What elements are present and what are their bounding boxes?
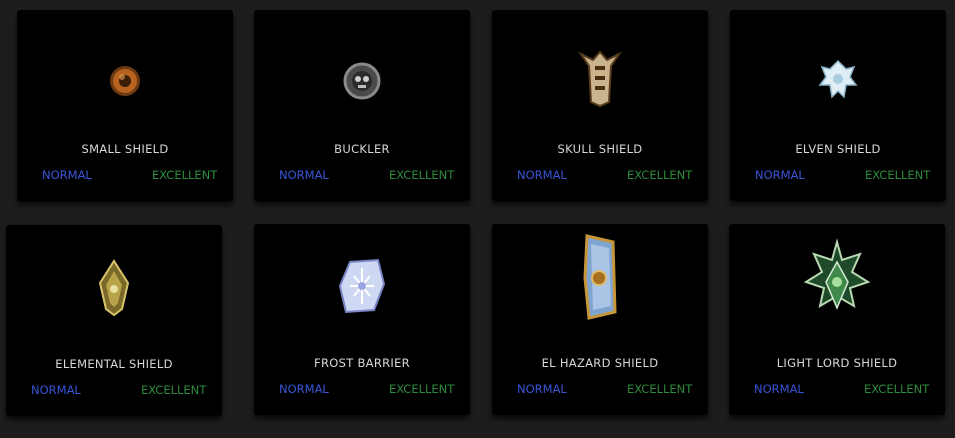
item-name: FROST BARRIER [314, 356, 410, 370]
item-name: ELVEN SHIELD [795, 142, 881, 156]
item-name: SKULL SHIELD [557, 142, 643, 156]
item-name: LIGHT LORD SHIELD [776, 356, 898, 370]
item-name: SMALL SHIELD [81, 142, 169, 156]
excellent-link[interactable]: EXCELLENT [627, 168, 692, 182]
buckler-icon [327, 46, 397, 116]
normal-link[interactable]: NORMAL [31, 383, 81, 397]
normal-link[interactable]: NORMAL [279, 382, 329, 396]
elven-shield-icon [803, 46, 873, 116]
el-hazard-shield-icon [565, 234, 635, 320]
skull-shield-icon [565, 42, 635, 112]
excellent-link[interactable]: EXCELLENT [152, 168, 217, 182]
item-name: EL HAZARD SHIELD [541, 356, 659, 370]
normal-link[interactable]: NORMAL [755, 168, 805, 182]
item-card-elemental-shield[interactable]: ELEMENTAL SHIELD NORMAL EXCELLENT [6, 225, 222, 416]
excellent-link[interactable]: EXCELLENT [141, 383, 206, 397]
item-card-elven-shield[interactable]: ELVEN SHIELD NORMAL EXCELLENT [730, 10, 946, 201]
normal-link[interactable]: NORMAL [754, 382, 804, 396]
excellent-link[interactable]: EXCELLENT [389, 168, 454, 182]
normal-link[interactable]: NORMAL [279, 168, 329, 182]
normal-link[interactable]: NORMAL [517, 382, 567, 396]
elemental-shield-icon [79, 253, 149, 323]
normal-link[interactable]: NORMAL [517, 168, 567, 182]
small-shield-icon [90, 46, 160, 116]
excellent-link[interactable]: EXCELLENT [864, 382, 929, 396]
normal-link[interactable]: NORMAL [42, 168, 92, 182]
item-card-light-lord-shield[interactable]: LIGHT LORD SHIELD NORMAL EXCELLENT [729, 224, 945, 415]
item-card-buckler[interactable]: BUCKLER NORMAL EXCELLENT [254, 10, 470, 201]
light-lord-shield-icon [802, 238, 872, 316]
excellent-link[interactable]: EXCELLENT [627, 382, 692, 396]
item-name: BUCKLER [334, 142, 390, 156]
item-card-skull-shield[interactable]: SKULL SHIELD NORMAL EXCELLENT [492, 10, 708, 201]
item-card-el-hazard-shield[interactable]: EL HAZARD SHIELD NORMAL EXCELLENT [492, 224, 708, 415]
item-name: ELEMENTAL SHIELD [55, 357, 173, 371]
excellent-link[interactable]: EXCELLENT [865, 168, 930, 182]
frost-barrier-icon [327, 250, 397, 320]
excellent-link[interactable]: EXCELLENT [389, 382, 454, 396]
item-card-small-shield[interactable]: SMALL SHIELD NORMAL EXCELLENT [17, 10, 233, 201]
item-card-frost-barrier[interactable]: FROST BARRIER NORMAL EXCELLENT [254, 224, 470, 415]
